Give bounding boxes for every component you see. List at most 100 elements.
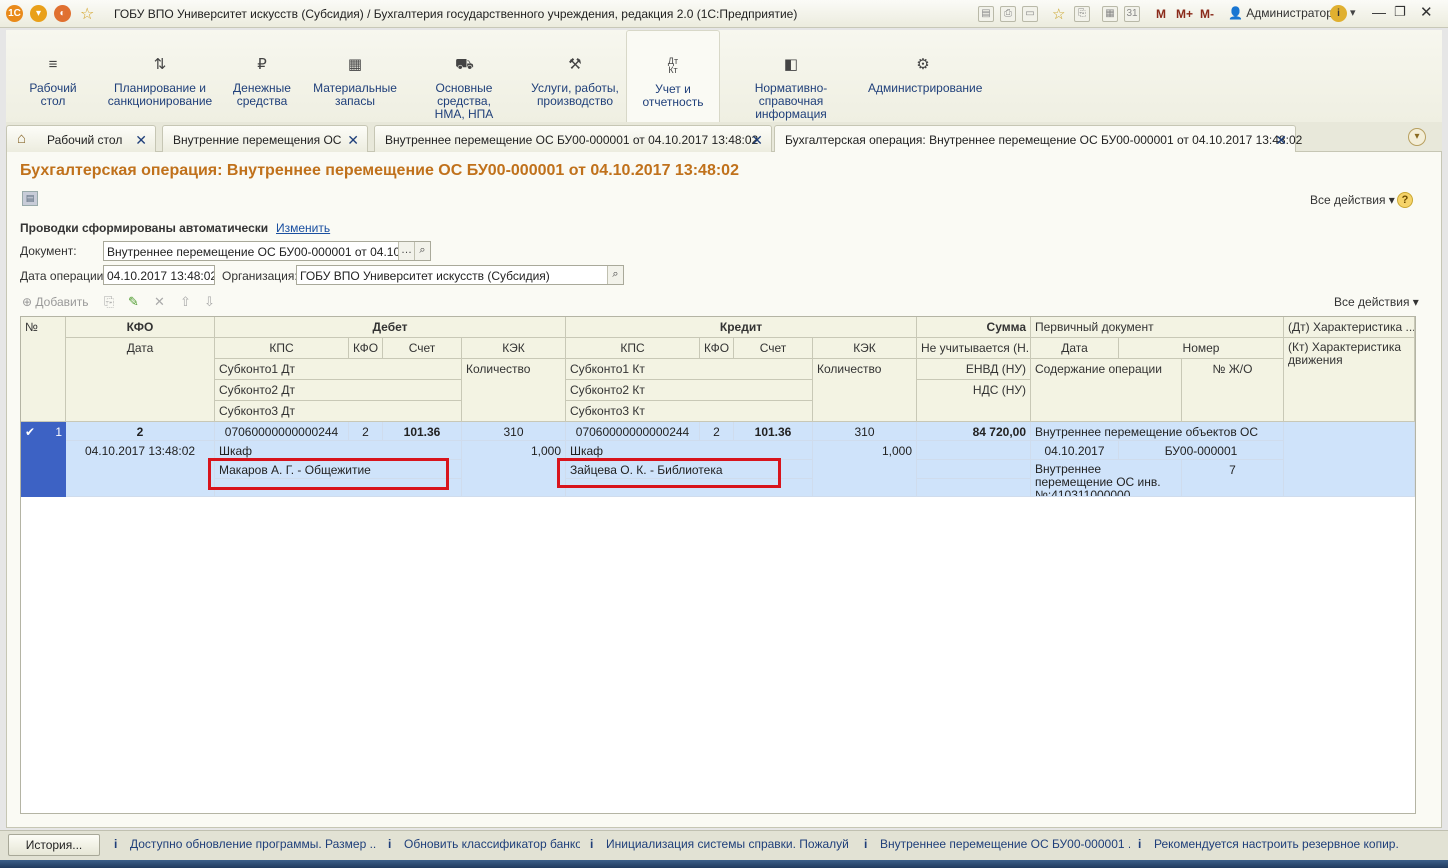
row-number-cell[interactable]: ✔ 1 <box>21 422 66 497</box>
change-link[interactable]: Изменить <box>276 221 330 235</box>
col-sub3-dt-header[interactable]: Субконто3 Дт <box>215 401 462 422</box>
close-tab-icon[interactable]: ✕ <box>751 132 763 149</box>
add-button[interactable]: ⊕ Добавить <box>22 295 88 309</box>
section-materials[interactable]: ▦ Материальные запасы <box>308 30 402 122</box>
col-pd-date-header[interactable]: Дата <box>1031 338 1119 359</box>
print-icon[interactable]: ⎙ <box>1000 6 1016 22</box>
col-kt-kps-header[interactable]: КПС <box>566 338 700 359</box>
save-icon[interactable]: ▤ <box>978 6 994 22</box>
col-sub2-dt-header[interactable]: Субконто2 Дт <box>215 380 462 401</box>
cell-kt-kek[interactable]: 310 <box>813 422 917 441</box>
star-icon[interactable]: ☆ <box>80 4 94 24</box>
col-dt-account-header[interactable]: Счет <box>383 338 462 359</box>
status-item[interactable]: i Инициализация системы справки. Пожалуй.… <box>590 837 850 851</box>
preview-icon[interactable]: ▭ <box>1022 6 1038 22</box>
app-logo-icon[interactable]: 1С <box>6 5 23 22</box>
col-content-header[interactable]: Содержание операции <box>1031 359 1182 422</box>
section-administration[interactable]: ⚙ Администрирование <box>868 30 982 122</box>
operation-date-field[interactable]: 04.10.2017 13:48:02 <box>103 265 215 285</box>
cell-kfo[interactable]: 2 <box>66 422 215 441</box>
section-fixed-assets[interactable]: ⛟ Основные средства, НМА, НПА <box>408 30 520 122</box>
col-kt-kfo-header[interactable]: КФО <box>700 338 734 359</box>
cell-envd[interactable] <box>917 441 1031 460</box>
tab-internal-moves[interactable]: Внутренние перемещения ОС ✕ <box>162 125 368 152</box>
tab-accounting-operation[interactable]: Бухгалтерская операция: Внутреннее перем… <box>774 125 1302 153</box>
all-actions-menu[interactable]: Все действия ▾ <box>1310 193 1395 207</box>
cell-dt-kps[interactable]: 07060000000000244 <box>215 422 349 441</box>
col-not-counted-header[interactable]: Не учитывается (Н... <box>917 338 1031 359</box>
minimize-icon[interactable]: — <box>1372 4 1386 20</box>
cell-date[interactable]: 04.10.2017 13:48:02 <box>66 441 215 497</box>
cell-kt-kps[interactable]: 07060000000000244 <box>566 422 700 441</box>
cell-characteristics[interactable] <box>1284 422 1415 497</box>
status-item[interactable]: i Рекомендуется настроить резервное копир… <box>1138 837 1398 851</box>
col-dt-char-header[interactable]: (Дт) Характеристика ... <box>1284 317 1415 338</box>
col-jo-header[interactable]: № Ж/О <box>1182 359 1284 422</box>
memory-plus-button[interactable]: M+ <box>1176 7 1193 21</box>
col-sub3-kt-header[interactable]: Субконто3 Кт <box>566 401 813 422</box>
cell-nds[interactable] <box>917 460 1031 479</box>
cell-pd-number[interactable]: БУ00-000001 <box>1119 441 1284 460</box>
history-button[interactable]: История... <box>8 834 100 856</box>
cell-empty[interactable] <box>917 479 1031 497</box>
col-dt-kek-header[interactable]: КЭК <box>462 338 566 359</box>
cell-dt-qty[interactable]: 1,000 <box>462 441 566 497</box>
col-kt-char-header[interactable]: (Кт) Характеристика движения <box>1284 338 1415 422</box>
postings-table[interactable]: № КФО Дата Дебет КПС КФО Счет КЭК Субкон… <box>20 316 1416 814</box>
cell-primary-doc[interactable]: Внутреннее перемещение объектов ОС <box>1031 422 1284 441</box>
delete-icon[interactable]: ✕ <box>154 294 165 310</box>
cell-jo[interactable]: 7 <box>1182 460 1284 497</box>
close-icon[interactable]: ✕ <box>1420 3 1433 21</box>
col-sub1-kt-header[interactable]: Субконто1 Кт <box>566 359 813 380</box>
col-dt-kps-header[interactable]: КПС <box>215 338 349 359</box>
memory-minus-button[interactable]: M- <box>1200 7 1214 21</box>
user-menu[interactable]: 👤 Администратор <box>1228 6 1333 20</box>
help-icon[interactable]: ? <box>1397 192 1413 208</box>
status-item[interactable]: i Внутреннее перемещение ОС БУ00-000001 .… <box>864 837 1130 851</box>
tabs-list-icon[interactable]: ▾ <box>1408 128 1426 146</box>
search-icon[interactable]: ⌕ <box>607 266 623 284</box>
close-tab-icon[interactable]: ✕ <box>347 132 359 149</box>
link-icon[interactable]: ⎘ <box>1074 6 1090 22</box>
cell-dt-kek[interactable]: 310 <box>462 422 566 441</box>
section-reference[interactable]: ◧ Нормативно-справочная информация <box>726 30 856 122</box>
close-tab-icon[interactable]: ✕ <box>135 132 147 149</box>
section-money[interactable]: ₽ Денежные средства <box>224 30 300 122</box>
cell-pd-date[interactable]: 04.10.2017 <box>1031 441 1119 460</box>
cell-dt-kfo[interactable]: 2 <box>349 422 383 441</box>
restore-icon[interactable]: ❐ <box>1394 4 1406 20</box>
tab-move-document[interactable]: Внутреннее перемещение ОС БУ00-000001 от… <box>374 125 772 152</box>
col-kfo-header[interactable]: КФО <box>66 317 215 338</box>
edit-icon[interactable]: ✎ <box>128 294 139 310</box>
col-kt-kek-header[interactable]: КЭК <box>813 338 917 359</box>
cell-kt-account[interactable]: 101.36 <box>734 422 813 441</box>
calculator-icon[interactable]: ▦ <box>1102 6 1118 22</box>
close-tab-icon[interactable]: ✕ <box>1275 132 1287 149</box>
col-kt-account-header[interactable]: Счет <box>734 338 813 359</box>
document-field[interactable]: Внутреннее перемещение ОС БУ00-000001 от… <box>103 241 431 261</box>
organization-field[interactable]: ГОБУ ВПО Университет искусств (Субсидия)… <box>296 265 624 285</box>
main-menu-icon[interactable]: ▾ <box>30 5 47 22</box>
section-services[interactable]: ⚒ Услуги, работы, производство <box>526 30 624 122</box>
copy-icon[interactable]: ⎘ <box>104 294 114 310</box>
col-date-header[interactable]: Дата <box>66 338 215 422</box>
search-icon[interactable]: ⌕ <box>414 242 430 260</box>
status-item[interactable]: i Обновить классификатор банков <box>388 837 580 851</box>
col-sum-header[interactable]: Сумма <box>917 317 1031 338</box>
section-planning[interactable]: ⇅ Планирование и санкционирование <box>102 30 218 122</box>
info-icon[interactable]: i <box>1330 5 1347 22</box>
tab-desktop[interactable]: ⌂ Рабочий стол ✕ <box>6 125 156 152</box>
info-dropdown-icon[interactable]: ▾ <box>1350 6 1356 19</box>
col-debit-header[interactable]: Дебет <box>215 317 566 338</box>
cell-kt-kfo[interactable]: 2 <box>700 422 734 441</box>
cell-content[interactable]: Внутреннее перемещение ОС инв. №:4103110… <box>1031 460 1182 497</box>
home-icon[interactable]: ◐ <box>54 5 71 22</box>
col-nds-header[interactable]: НДС (НУ) <box>917 380 1031 422</box>
col-sub1-dt-header[interactable]: Субконто1 Дт <box>215 359 462 380</box>
col-num-header[interactable]: № <box>21 317 66 422</box>
move-down-icon[interactable]: ⇩ <box>204 294 215 310</box>
save-icon[interactable]: ▤ <box>22 191 38 206</box>
col-sub2-kt-header[interactable]: Субконто2 Кт <box>566 380 813 401</box>
col-dt-kfo-header[interactable]: КФО <box>349 338 383 359</box>
col-pd-number-header[interactable]: Номер <box>1119 338 1284 359</box>
